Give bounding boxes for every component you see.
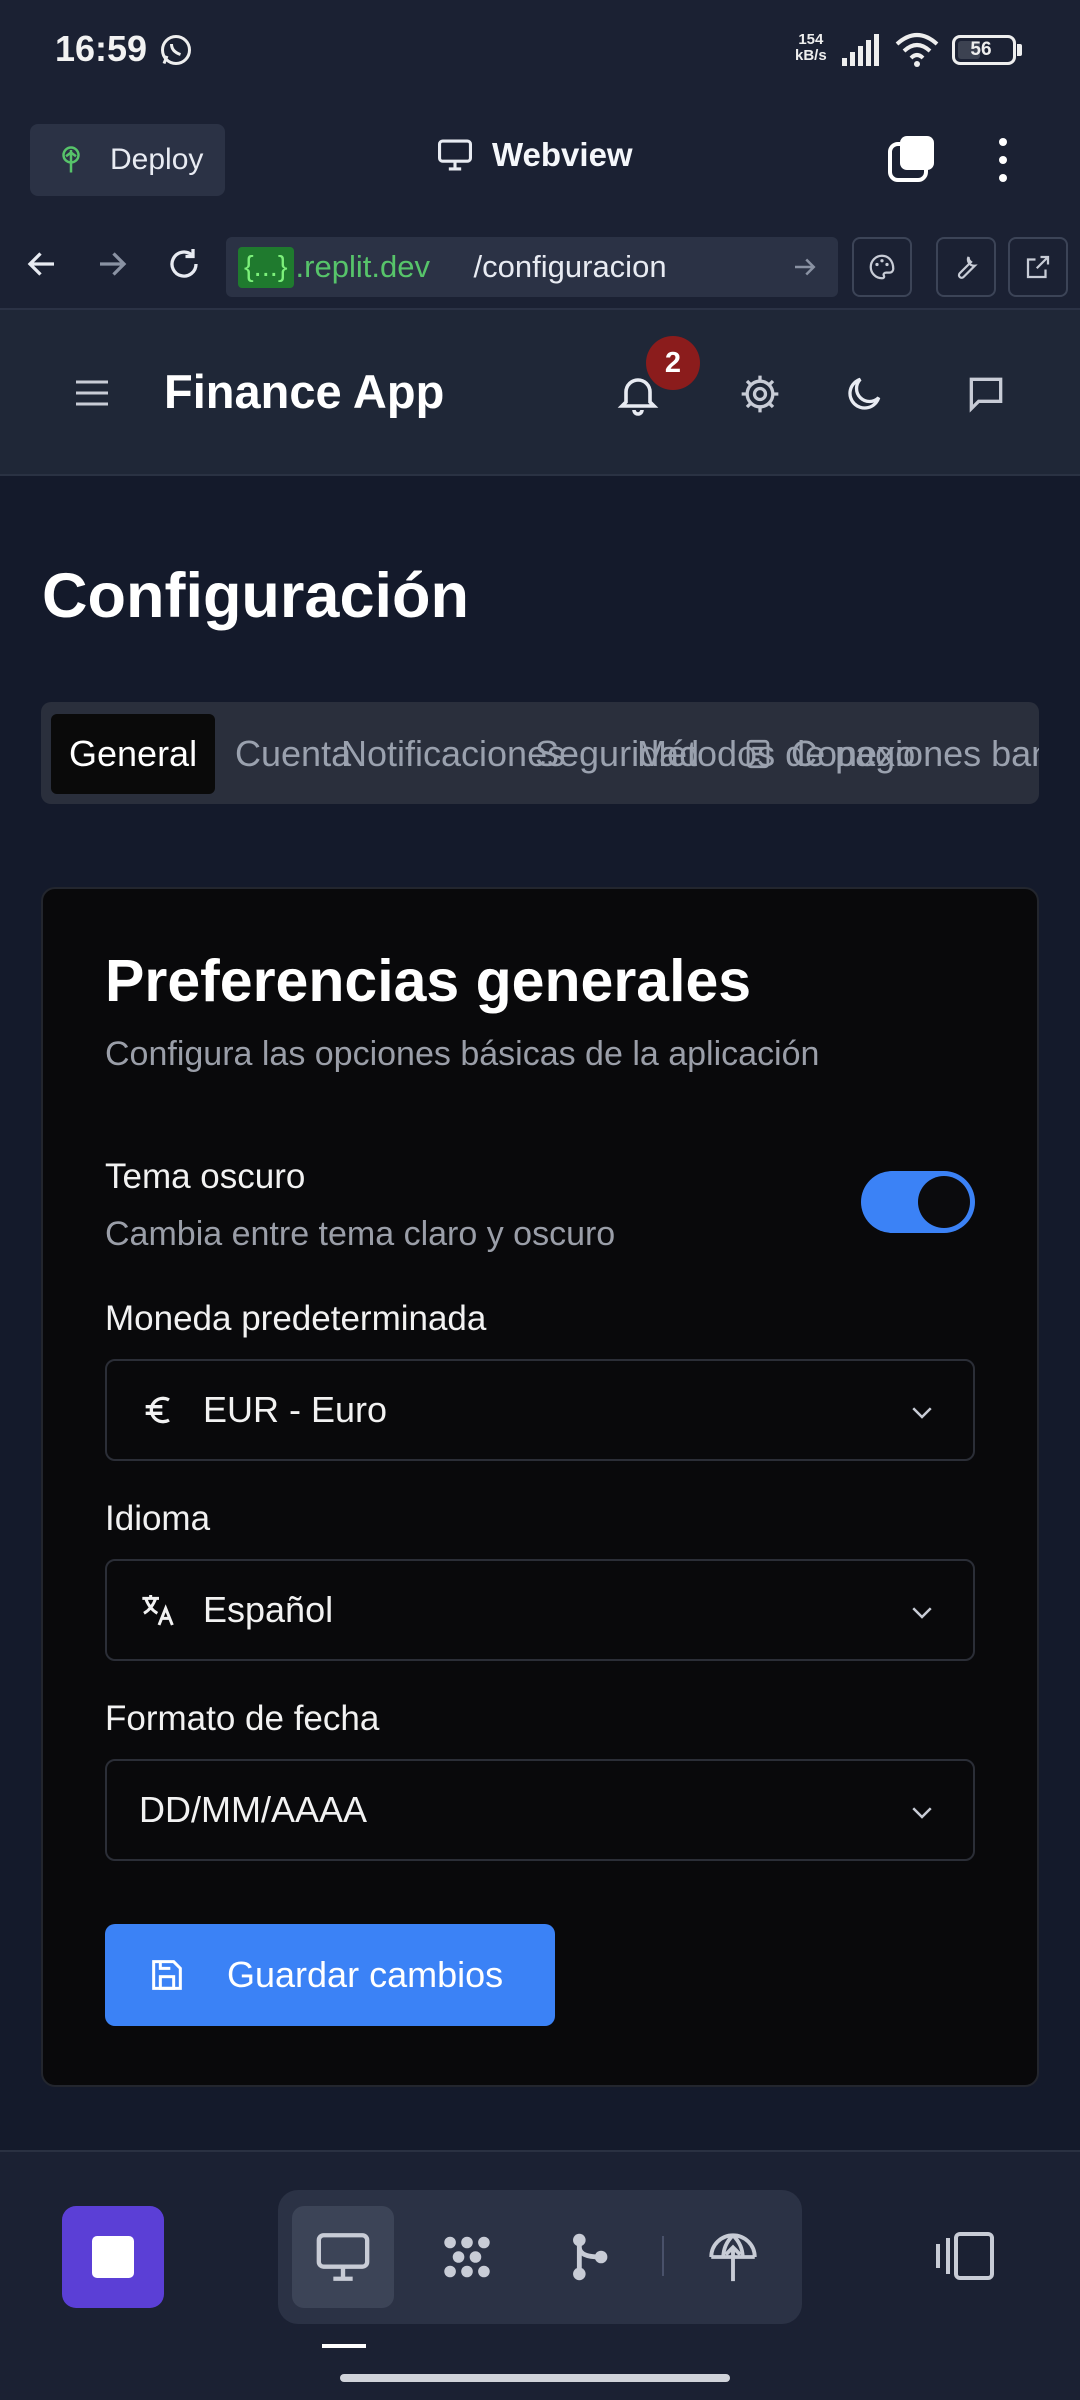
notification-badge: 2 — [646, 336, 700, 390]
go-arrow-icon[interactable] — [790, 252, 820, 282]
home-indicator[interactable] — [340, 2374, 730, 2382]
tab-notificaciones[interactable]: Notificaciones — [341, 714, 565, 794]
wrench-icon — [957, 256, 978, 279]
date-format-select[interactable]: DD/MM/AAAA — [105, 1759, 975, 1861]
tab-conexiones[interactable]: Conexiones bancarias — [741, 714, 1039, 794]
battery-indicator: 56 — [952, 35, 1016, 65]
app-header: Finance App 2 — [0, 310, 1080, 476]
url-path: /configuracion — [473, 249, 667, 284]
chat-icon[interactable] — [964, 372, 1008, 416]
save-changes-button[interactable]: Guardar cambios — [105, 1924, 555, 2026]
open-external-button[interactable] — [1008, 237, 1068, 297]
language-value: Español — [203, 1589, 334, 1630]
app-title: Finance App — [164, 365, 445, 418]
menu-icon[interactable] — [72, 376, 112, 410]
gear-icon[interactable] — [738, 372, 782, 416]
url-badge: {...} — [238, 246, 294, 288]
dark-theme-label: Tema oscuro — [105, 1157, 306, 1196]
chevron-down-icon — [912, 1807, 932, 1819]
whatsapp-icon — [161, 35, 191, 65]
bank-icon — [746, 739, 770, 769]
language-label: Idioma — [105, 1499, 211, 1538]
deploy-button[interactable]: Deploy — [30, 124, 225, 196]
tab-general[interactable]: General — [51, 714, 216, 794]
deploy-tool-button[interactable] — [682, 2206, 784, 2308]
git-tool-button[interactable] — [538, 2206, 640, 2308]
webview-tool-button[interactable] — [292, 2206, 394, 2308]
branch-icon — [573, 2233, 608, 2281]
tab-cuenta[interactable]: Cuenta — [235, 714, 351, 794]
tool-dock — [278, 2190, 802, 2324]
save-label: Guardar cambios — [227, 1954, 504, 1995]
split-view-icon[interactable] — [932, 2228, 998, 2284]
euro-icon — [145, 1396, 170, 1424]
signal-icon — [842, 34, 879, 66]
palette-icon — [869, 254, 895, 280]
network-speed: 154 kB/s — [795, 31, 827, 64]
webview-label: Webview — [492, 136, 633, 173]
card-title: Preferencias generales — [105, 948, 752, 1014]
tabs-icon[interactable] — [886, 134, 938, 186]
deploy-icon — [62, 146, 80, 173]
url-field[interactable]: {...} .replit.dev /configuracion — [226, 237, 838, 297]
monitor-icon — [438, 139, 472, 171]
status-bar: 16:59 154 kB/s 56 — [0, 0, 1080, 100]
wifi-icon — [895, 33, 939, 67]
settings-tabs: General Cuenta Notificaciones Seguridad … — [41, 702, 1039, 804]
date-format-label: Formato de fecha — [105, 1699, 380, 1738]
dark-theme-description: Cambia entre tema claro y oscuro — [105, 1215, 616, 1253]
general-preferences-card: Preferencias generales Configura las opc… — [41, 887, 1039, 2087]
date-format-value: DD/MM/AAAA — [139, 1789, 368, 1830]
chevron-down-icon — [912, 1607, 932, 1619]
dock-divider — [662, 2236, 664, 2276]
deploy-label: Deploy — [110, 143, 204, 176]
currency-value: EUR - Euro — [203, 1389, 388, 1430]
palette-button[interactable] — [852, 237, 912, 297]
save-icon — [152, 1960, 182, 1990]
language-select[interactable]: Español — [105, 1559, 975, 1661]
translate-icon — [142, 1595, 174, 1626]
chevron-down-icon — [912, 1407, 932, 1419]
deploy-globe-icon — [709, 2233, 757, 2282]
currency-select[interactable]: EUR - Euro — [105, 1359, 975, 1461]
url-host: .replit.dev — [295, 249, 430, 284]
page-title: Configuración — [42, 561, 469, 631]
stop-button[interactable] — [62, 2206, 164, 2308]
replit-bottom-bar — [0, 2152, 1080, 2400]
back-arrow-icon[interactable] — [24, 246, 60, 282]
webview-title: Webview — [436, 136, 633, 174]
battery-tip — [1017, 44, 1022, 56]
card-description: Configura las opciones básicas de la apl… — [105, 1035, 820, 1073]
active-indicator — [322, 2344, 366, 2348]
currency-label: Moneda predeterminada — [105, 1299, 487, 1338]
devtools-button[interactable] — [936, 237, 996, 297]
agent-tool-button[interactable] — [416, 2206, 518, 2308]
status-time: 16:59 — [55, 28, 148, 69]
forward-arrow-icon[interactable] — [94, 246, 130, 282]
dark-theme-toggle[interactable] — [861, 1171, 975, 1233]
replit-header: Deploy Webview — [0, 100, 1080, 218]
moon-icon[interactable] — [842, 372, 886, 416]
reload-icon[interactable] — [166, 246, 202, 282]
external-link-icon — [1026, 255, 1050, 279]
url-bar-row: {...} .replit.dev /configuracion — [0, 218, 1080, 310]
stop-icon — [92, 2236, 134, 2278]
dots-grid-icon — [444, 2236, 490, 2278]
monitor-icon — [316, 2233, 370, 2281]
toggle-knob — [918, 1176, 970, 1228]
more-options-icon[interactable] — [985, 134, 1021, 186]
